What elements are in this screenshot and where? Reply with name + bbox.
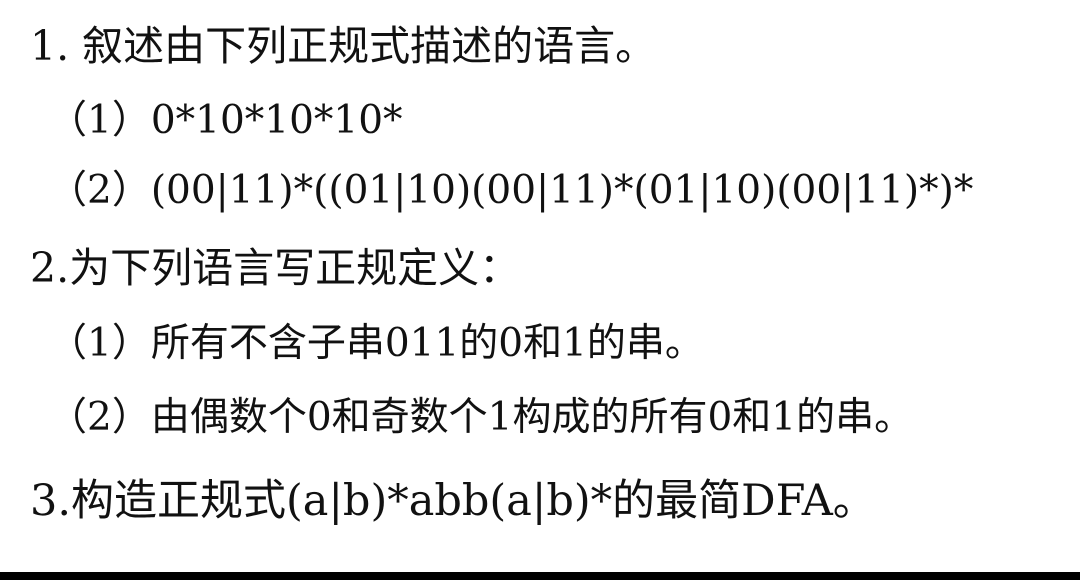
- question-2-item-1: （1）所有不含子串011的0和1的串。: [48, 321, 704, 366]
- document-page: 1. 叙述由下列正规式描述的语言。 （1）0*10*10*10* （2）(00|…: [0, 0, 1080, 572]
- question-1-item-1: （1）0*10*10*10*: [48, 98, 403, 143]
- question-3-title: 3.构造正规式(a|b)*abb(a|b)*的最简DFA。: [30, 476, 876, 526]
- question-2-title: 2.为下列语言写正规定义：: [30, 244, 521, 292]
- question-1-title: 1. 叙述由下列正规式描述的语言。: [30, 22, 657, 70]
- bottom-edge-bar: [0, 572, 1080, 580]
- question-1-item-2: （2）(00|11)*((01|10)(00|11)*(01|10)(00|11…: [48, 168, 974, 213]
- question-2-item-2: （2）由偶数个0和奇数个1构成的所有0和1的串。: [48, 395, 914, 440]
